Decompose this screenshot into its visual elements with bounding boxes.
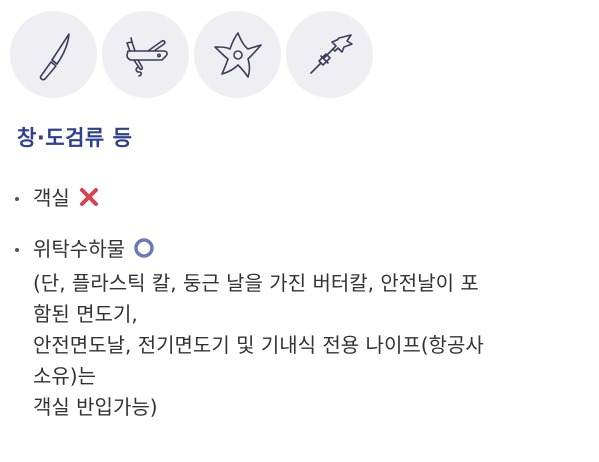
rule-label-cabin: 객실 (33, 186, 70, 210)
section-title: 창·도검류 등 (17, 126, 133, 150)
multitool-knife-icon-badge (102, 11, 189, 98)
bullet (15, 197, 19, 201)
shuriken-icon (213, 31, 262, 78)
dart-icon-badge (286, 11, 373, 98)
shuriken-icon-badge (194, 11, 281, 98)
cross-mark-icon (78, 186, 100, 217)
rule-label-checked-baggage: 위탁수하물 (33, 237, 125, 261)
note-line: 안전면도날, 전기면도기 및 기내식 전용 나이프(항공사 (33, 333, 484, 357)
rule-item-checked-baggage: 위탁수하물 (단, 플라스틱 칼, 둥근 날을 가진 버터칼, 안전날이 포 함… (0, 234, 599, 423)
knife-icon-badge (10, 11, 97, 98)
note-line: (단, 플라스틱 칼, 둥근 날을 가진 버터칼, 안전날이 포 (33, 271, 479, 295)
note-line: 소유)는 (33, 364, 97, 388)
note-line: 객실 반입가능) (33, 395, 158, 419)
dart-icon (309, 33, 353, 74)
note-line: 함된 면도기, (33, 302, 138, 326)
rule-item-cabin: 객실 (0, 183, 599, 217)
circle-ok-icon (133, 237, 155, 268)
bullet (15, 248, 19, 252)
multitool-knife-icon (125, 36, 168, 77)
prohibited-item-icons (10, 11, 373, 98)
rule-list: 객실 위탁수하물 (단, 플라스틱 칼, 둥근 날을 가진 버터칼, 안전날이 … (0, 183, 599, 423)
exception-note: (단, 플라스틱 칼, 둥근 날을 가진 버터칼, 안전날이 포 함된 면도기,… (33, 268, 599, 423)
knife-icon (39, 32, 70, 80)
